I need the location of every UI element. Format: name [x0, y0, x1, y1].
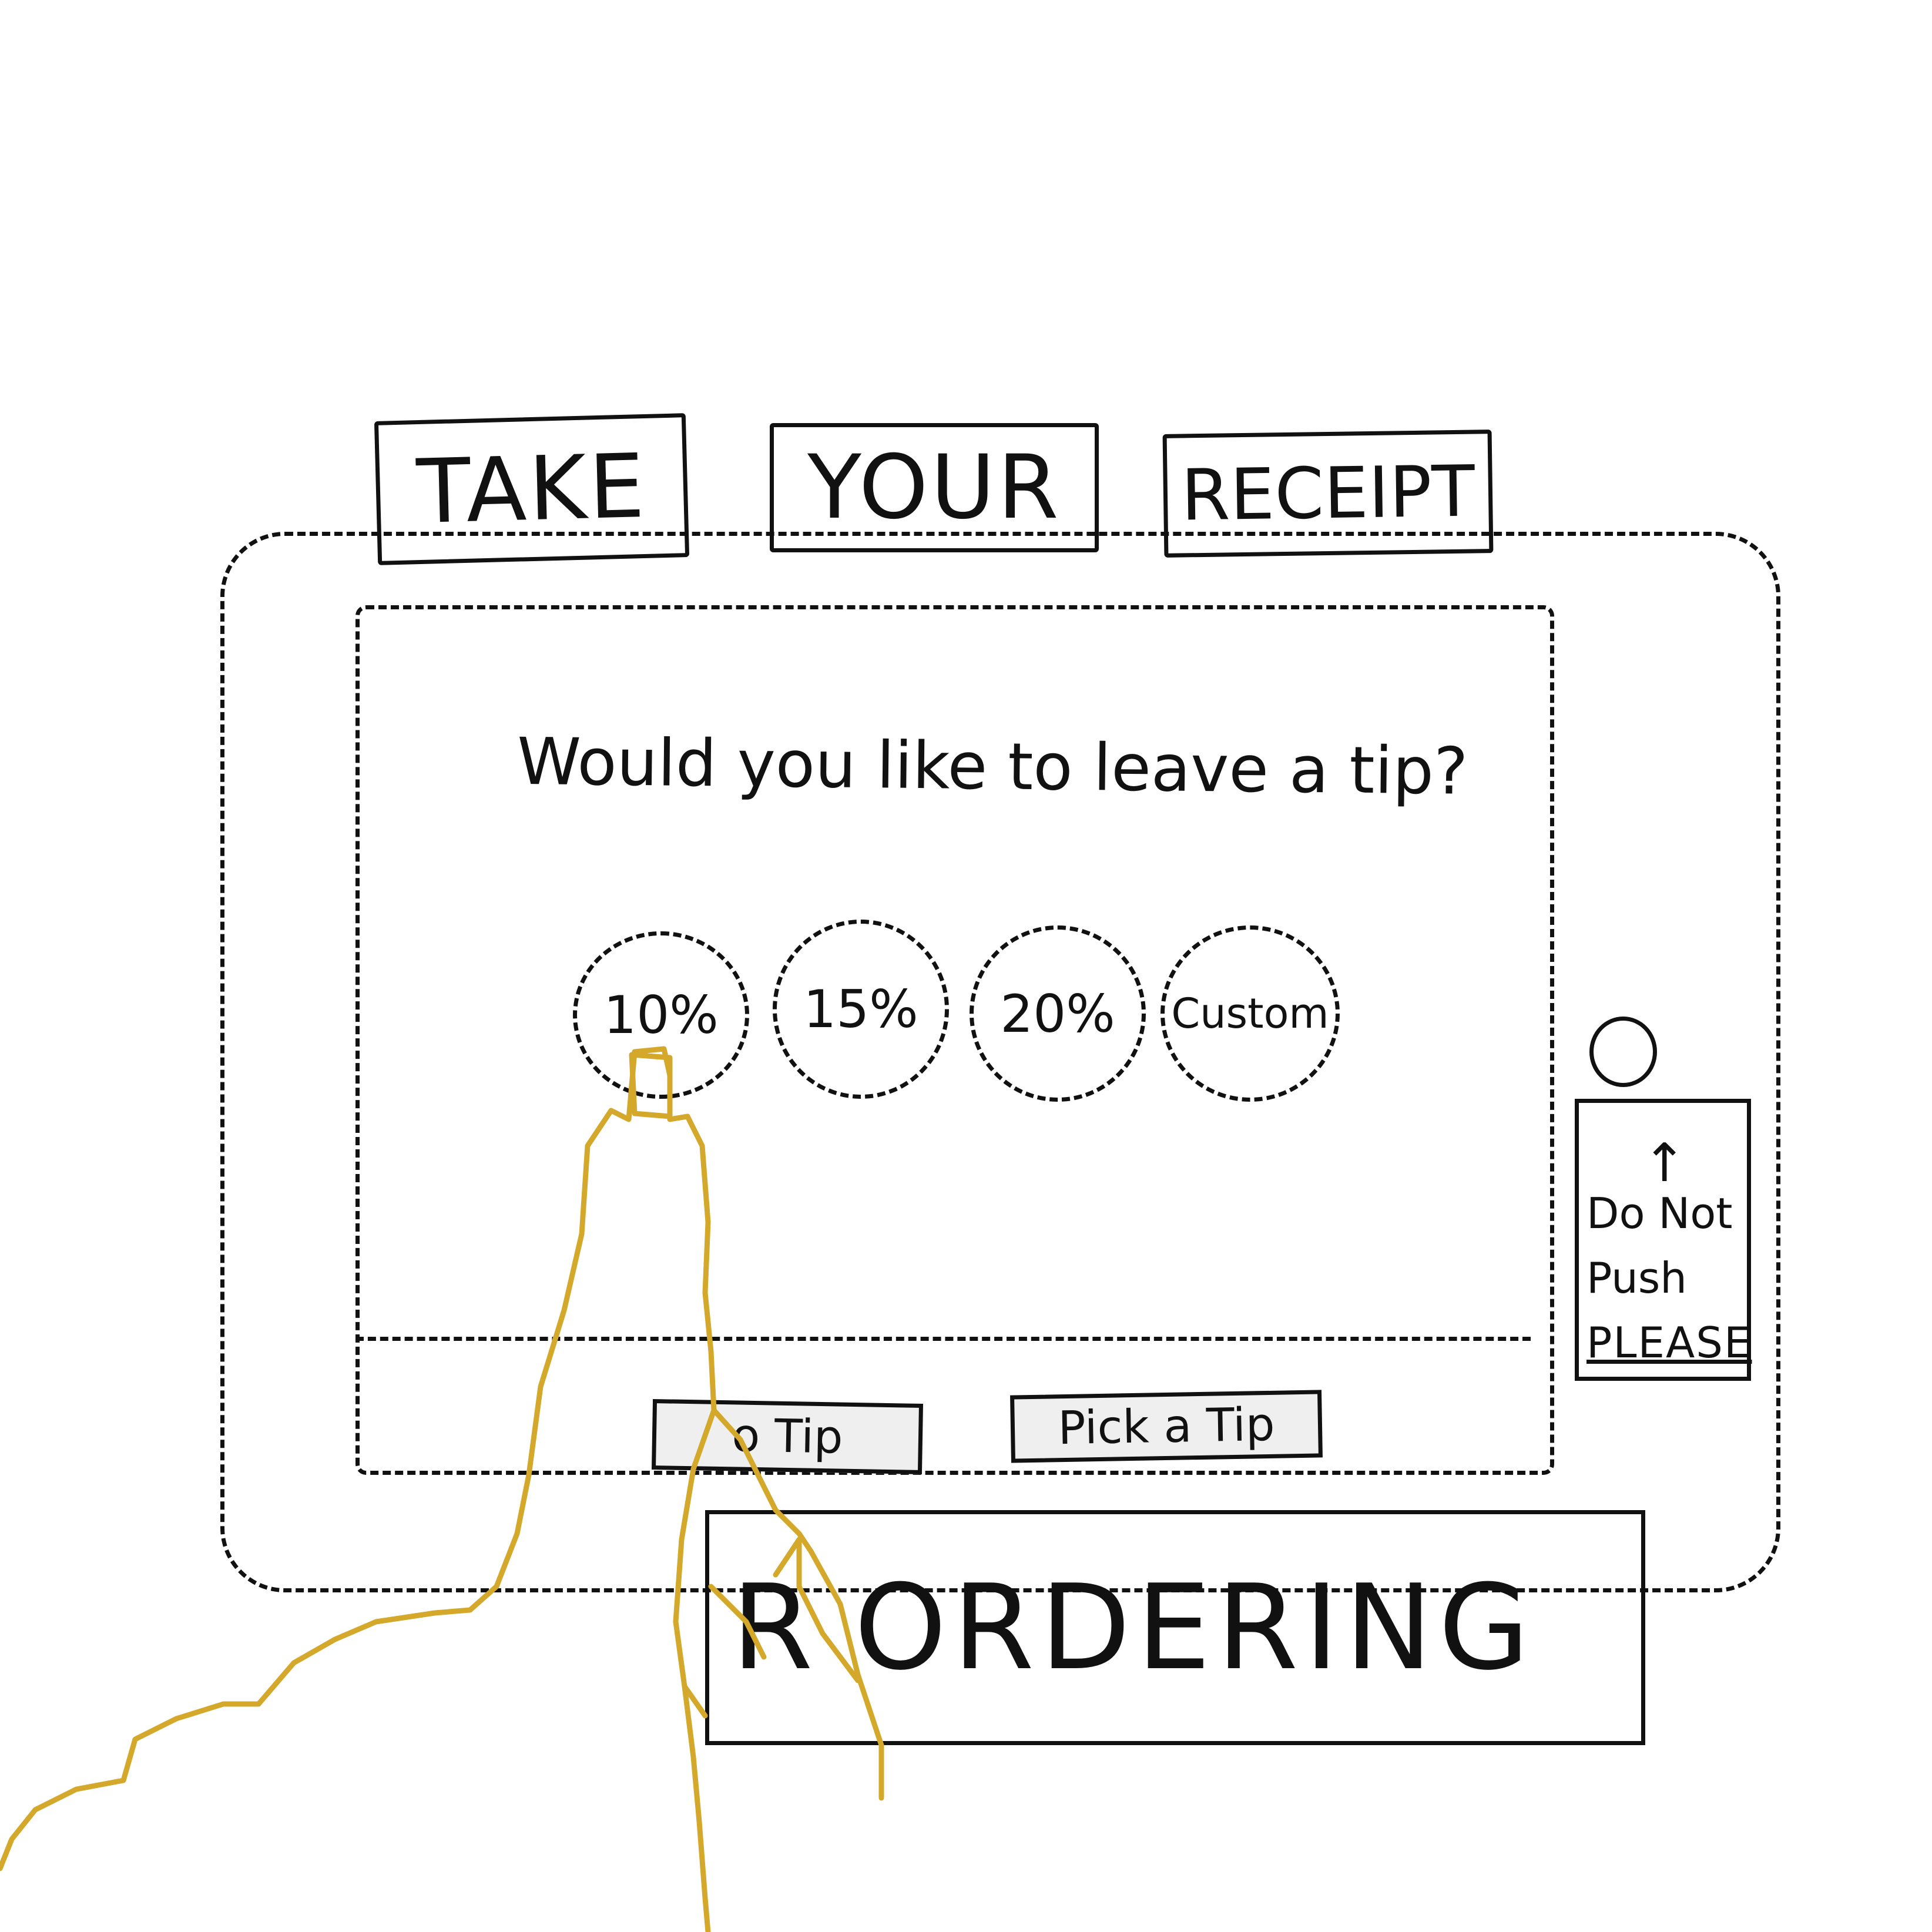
tip-20-button[interactable]: 20%: [970, 925, 1146, 1102]
do-not-push-line2: Push: [1586, 1253, 1687, 1303]
pick-tip-button[interactable]: Pick a Tip: [1010, 1390, 1323, 1463]
tip-question: Would you like to leave a tip?: [516, 723, 1468, 809]
do-not-push-label: Do Not Push PLEASE: [1586, 1181, 1751, 1375]
banner-text: ORDERING: [854, 1559, 1535, 1696]
tip-custom-button[interactable]: Custom: [1160, 925, 1340, 1102]
do-not-push-line3: PLEASE: [1586, 1318, 1752, 1367]
banner-partial-text: T R: [709, 1559, 819, 1696]
ordering-banner: T R ORDERING: [705, 1510, 1645, 1745]
tip-10-button[interactable]: 10%: [573, 931, 749, 1099]
tip-15-button[interactable]: 15%: [773, 920, 949, 1099]
no-tip-button[interactable]: o Tip: [651, 1398, 924, 1475]
camera-icon: [1589, 1017, 1657, 1087]
do-not-push-line1: Do Not: [1586, 1189, 1733, 1238]
screen-divider: [355, 1337, 1531, 1341]
